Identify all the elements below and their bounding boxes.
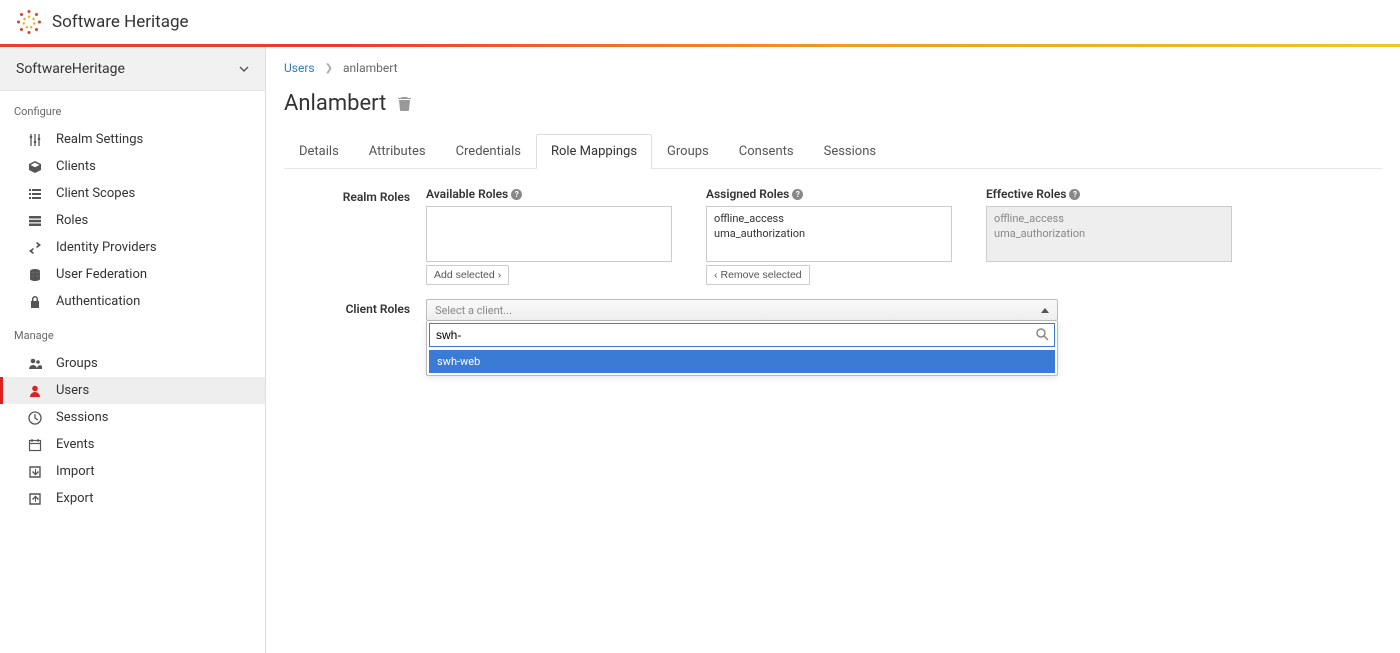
sidebar-item-roles[interactable]: Roles [0,207,265,234]
client-option[interactable]: swh-web [429,350,1055,373]
nav-section-configure: Configure [0,91,265,126]
sidebar-item-sessions[interactable]: Sessions [0,404,265,431]
database-icon [28,268,42,282]
available-roles-listbox[interactable] [426,206,672,262]
group-icon [28,357,42,371]
help-icon[interactable]: ? [1069,189,1080,200]
client-select-display[interactable]: Select a client... [426,299,1058,321]
import-icon [28,465,42,479]
sidebar-item-clients[interactable]: Clients [0,153,265,180]
export-icon [28,492,42,506]
role-option: uma_authorization [991,226,1227,241]
brand[interactable]: Software Heritage [14,7,189,37]
chevron-down-icon [239,66,249,72]
breadcrumb-current: anlambert [343,61,398,75]
client-select-placeholder: Select a client... [435,304,512,317]
sidebar-item-label: Clients [56,159,96,174]
sidebar-item-label: Users [56,383,89,398]
tab-sessions[interactable]: Sessions [809,134,892,169]
triangle-up-icon [1041,308,1049,313]
breadcrumb-root[interactable]: Users [284,61,315,75]
app-header: Software Heritage [0,0,1400,44]
sidebar-item-label: Roles [56,213,88,228]
chevron-right-icon: › [498,269,502,281]
tab-groups[interactable]: Groups [652,134,724,169]
list-icon [28,187,42,201]
lock-icon [28,295,42,309]
sidebar-item-realm-settings[interactable]: Realm Settings [0,126,265,153]
sidebar-item-export[interactable]: Export [0,485,265,512]
client-select[interactable]: Select a client... swh-web [426,299,1058,321]
client-dropdown: swh-web [426,321,1058,376]
realm-selector[interactable]: SoftwareHeritage [0,47,265,91]
cube-icon [28,160,42,174]
sidebar-item-label: Realm Settings [56,132,143,147]
sidebar-item-label: Groups [56,356,98,371]
nav-section-manage: Manage [0,315,265,350]
effective-roles-label: Effective Roles [986,187,1066,201]
sidebar: SoftwareHeritage Configure Realm Setting… [0,47,266,653]
breadcrumb: Users ❯ anlambert [284,61,1382,75]
sidebar-item-groups[interactable]: Groups [0,350,265,377]
brand-text: Software Heritage [52,12,189,32]
remove-selected-button[interactable]: ‹ Remove selected [706,265,810,285]
brand-logo-icon [14,7,44,37]
page-title: Anlambert [284,91,386,116]
tab-credentials[interactable]: Credentials [441,134,536,169]
realm-roles-label: Realm Roles [284,187,426,285]
assigned-roles-listbox[interactable]: offline_accessuma_authorization [706,206,952,262]
tab-role-mappings[interactable]: Role Mappings [536,134,652,169]
role-option[interactable]: offline_access [711,211,947,226]
clock-icon [28,411,42,425]
client-roles-label: Client Roles [284,299,426,321]
sidebar-item-user-federation[interactable]: User Federation [0,261,265,288]
user-icon [28,384,42,398]
sidebar-item-label: Identity Providers [56,240,157,255]
help-icon[interactable]: ? [511,189,522,200]
sidebar-item-users[interactable]: Users [0,377,265,404]
sidebar-item-client-scopes[interactable]: Client Scopes [0,180,265,207]
tab-details[interactable]: Details [284,134,354,169]
sidebar-item-authentication[interactable]: Authentication [0,288,265,315]
sidebar-item-label: User Federation [56,267,147,282]
client-search-input[interactable] [429,323,1055,347]
sidebar-item-label: Authentication [56,294,140,309]
sidebar-item-label: Export [56,491,94,506]
tabs: DetailsAttributesCredentialsRole Mapping… [284,134,1382,169]
sidebar-item-identity-providers[interactable]: Identity Providers [0,234,265,261]
sidebar-item-label: Import [56,464,95,479]
main-content: Users ❯ anlambert Anlambert DetailsAttri… [266,47,1400,653]
delete-user-button[interactable] [398,96,411,111]
available-roles-label: Available Roles [426,187,508,201]
sidebar-item-label: Sessions [56,410,109,425]
chevron-left-icon: ‹ [714,269,718,281]
realm-name: SoftwareHeritage [16,61,125,77]
sliders-icon [28,133,42,147]
calendar-icon [28,438,42,452]
add-selected-button[interactable]: Add selected › [426,265,509,285]
exchange-icon [28,241,42,255]
sidebar-item-import[interactable]: Import [0,458,265,485]
effective-roles-listbox: offline_accessuma_authorization [986,206,1232,262]
sidebar-item-label: Client Scopes [56,186,135,201]
assigned-roles-label: Assigned Roles [706,187,789,201]
role-option[interactable]: uma_authorization [711,226,947,241]
help-icon[interactable]: ? [792,189,803,200]
sidebar-item-label: Events [56,437,94,452]
tab-consents[interactable]: Consents [724,134,809,169]
chevron-right-icon: ❯ [325,63,333,74]
role-option: offline_access [991,211,1227,226]
tab-attributes[interactable]: Attributes [354,134,441,169]
search-icon [1036,328,1049,341]
sidebar-item-events[interactable]: Events [0,431,265,458]
layers-icon [28,214,42,228]
